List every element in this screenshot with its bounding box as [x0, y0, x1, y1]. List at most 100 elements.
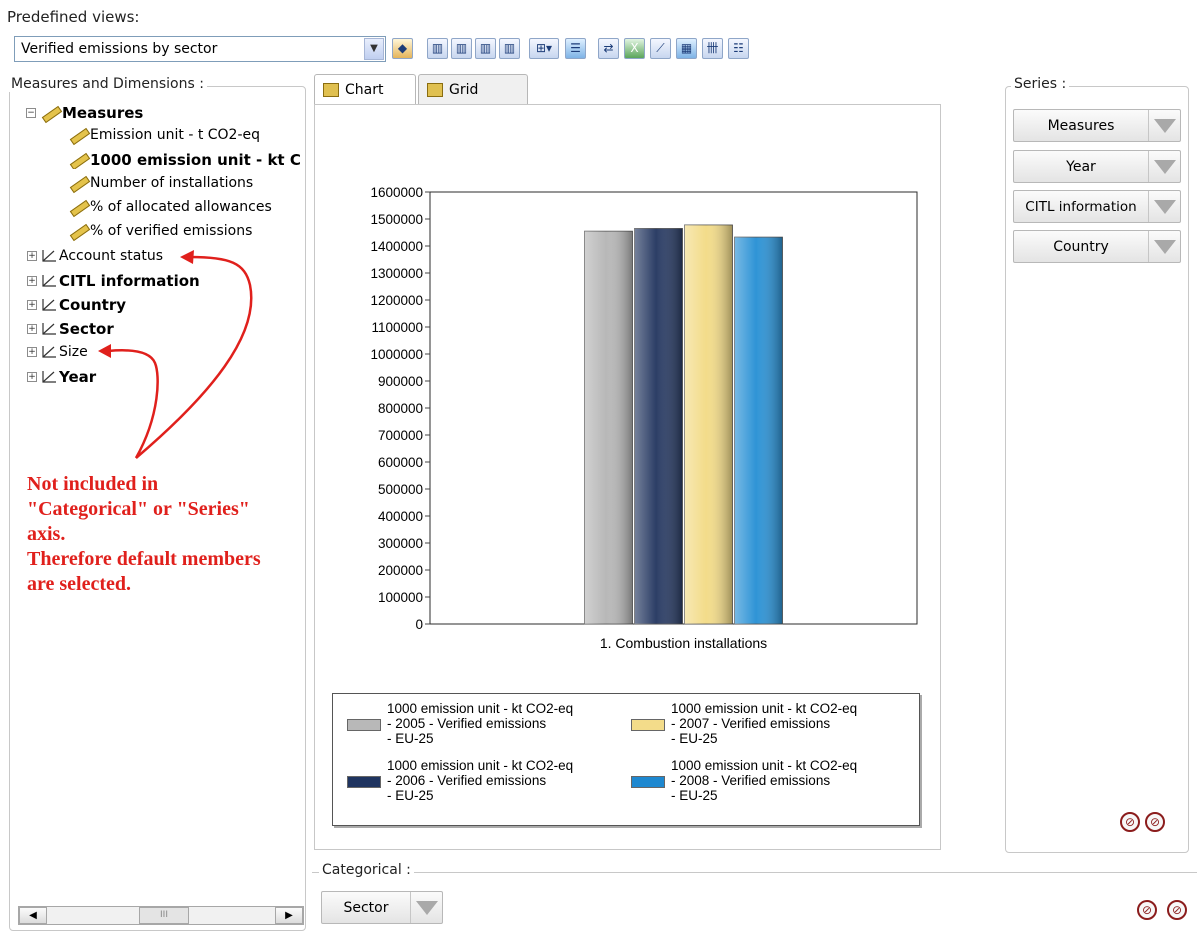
y-tick-label: 800000	[378, 401, 423, 416]
ruler-icon	[68, 201, 88, 213]
scroll-thumb[interactable]: III	[139, 907, 189, 924]
grid-tab-icon	[427, 82, 443, 97]
expand-icon[interactable]: +	[27, 324, 37, 334]
y-tick-label: 100000	[378, 590, 423, 605]
chevron-down-icon[interactable]: ▼	[364, 38, 384, 60]
expand-icon[interactable]: +	[27, 300, 37, 310]
bar-chart-icon[interactable]: ▥	[427, 38, 448, 59]
dropdown-icon[interactable]	[1148, 110, 1180, 141]
measure-item-selected[interactable]: 1000 emission unit - kt C	[68, 151, 304, 169]
scroll-right-icon[interactable]: ▶	[275, 907, 303, 924]
measure-label: % of allocated allowances	[90, 199, 272, 215]
measures-dimensions-title: Measures and Dimensions :	[8, 76, 207, 92]
y-tick-label: 1300000	[370, 266, 423, 281]
y-tick-label: 1000000	[370, 347, 423, 362]
legend-swatch	[631, 719, 665, 731]
legend-item: 1000 emission unit - kt CO2-eq - 2006 - …	[347, 758, 573, 803]
collapse-icon[interactable]: −	[26, 108, 36, 118]
tab-chart-label: Chart	[345, 81, 384, 98]
categorical-sector-button[interactable]: Sector	[321, 891, 443, 924]
dropdown-icon[interactable]	[410, 892, 442, 923]
y-tick-label: 1600000	[370, 185, 423, 200]
horizontal-scrollbar[interactable]: ◀ III ▶	[18, 906, 304, 925]
y-tick-label: 400000	[378, 509, 423, 524]
series-country-button[interactable]: Country	[1013, 230, 1181, 263]
legend-line: - EU-25	[671, 731, 718, 746]
measure-label: Emission unit - t CO2-eq	[90, 127, 261, 143]
tree-measures[interactable]: − Measures	[26, 104, 143, 122]
legend-line: - 2005 - Verified emissions	[387, 716, 547, 731]
series-title: Series :	[1011, 76, 1070, 92]
reset-series-icon[interactable]: ⊘	[1145, 812, 1165, 832]
y-tick-label: 1400000	[370, 239, 423, 254]
series-measures-button[interactable]: Measures	[1013, 109, 1181, 142]
list-view-icon[interactable]: ☰	[565, 38, 586, 59]
x-category-label: 1. Combustion installations	[600, 635, 767, 651]
measure-item[interactable]: Number of installations	[68, 175, 253, 191]
expand-icon[interactable]: +	[27, 347, 37, 357]
clear-categorical-icon[interactable]: ⊘	[1137, 900, 1157, 920]
expand-icon[interactable]: +	[27, 251, 37, 261]
y-tick-label: 300000	[378, 536, 423, 551]
y-tick-label: 200000	[378, 563, 423, 578]
bar-shading	[684, 224, 733, 624]
swap-icon[interactable]: ⇄	[598, 38, 619, 59]
annotation-note: Not included in "Categorical" or "Series…	[27, 472, 261, 597]
categorical-divider	[312, 872, 1197, 873]
filter-icon[interactable]: ▦	[676, 38, 697, 59]
tree-measures-label: Measures	[62, 104, 144, 122]
dropdown-icon[interactable]	[1148, 231, 1180, 262]
bar-chart-2-icon[interactable]: ▥	[451, 38, 472, 59]
tree-icon[interactable]: ☷	[728, 38, 749, 59]
predefined-views-select[interactable]: Verified emissions by sector ▼	[14, 36, 386, 62]
measure-label: % of verified emissions	[90, 223, 253, 239]
ruler-icon	[40, 107, 60, 119]
annotation-line: are selected.	[27, 573, 132, 595]
dimension-size[interactable]: + Size	[27, 344, 88, 360]
tab-grid[interactable]: Grid	[418, 74, 528, 104]
measure-item[interactable]: % of verified emissions	[68, 223, 252, 239]
excel-icon[interactable]: X	[624, 38, 645, 59]
line-icon[interactable]: ⟋	[650, 38, 671, 59]
legend-line: 1000 emission unit - kt CO2-eq	[387, 701, 574, 716]
bar-chart-4-icon[interactable]: ▥	[499, 38, 520, 59]
chart-tab-icon	[323, 82, 339, 97]
dropdown-icon[interactable]	[1148, 191, 1180, 222]
series-year-button[interactable]: Year	[1013, 150, 1181, 183]
clear-series-icon[interactable]: ⊘	[1120, 812, 1140, 832]
series-label: CITL information	[1025, 198, 1137, 215]
legend-swatch	[347, 719, 381, 731]
reset-categorical-icon[interactable]: ⊘	[1167, 900, 1187, 920]
y-tick-label: 600000	[378, 455, 423, 470]
predefined-views-label: Predefined views:	[7, 8, 140, 26]
grid-icon[interactable]: 卌	[702, 38, 723, 59]
measure-item[interactable]: % of allocated allowances	[68, 199, 272, 215]
tab-chart[interactable]: Chart	[314, 74, 416, 104]
legend-swatch	[631, 776, 665, 788]
legend-line: 1000 emission unit - kt CO2-eq	[671, 701, 858, 716]
y-tick-label: 900000	[378, 374, 423, 389]
chart-options-icon[interactable]: ⊞▾	[529, 38, 559, 59]
measure-label: Number of installations	[90, 175, 254, 191]
dimension-icon	[41, 322, 57, 336]
dropdown-icon[interactable]	[1148, 151, 1180, 182]
y-tick-label: 1100000	[371, 320, 423, 335]
annotation-line: Not included in	[27, 473, 159, 495]
dimension-icon	[41, 274, 57, 288]
legend-line: 1000 emission unit - kt CO2-eq	[671, 758, 858, 773]
cube-icon[interactable]: ◆	[392, 38, 413, 59]
series-citl-button[interactable]: CITL information	[1013, 190, 1181, 223]
arrow-head-icon	[180, 250, 194, 264]
tab-grid-label: Grid	[449, 81, 479, 98]
legend-line: - 2006 - Verified emissions	[387, 773, 547, 788]
expand-icon[interactable]: +	[27, 276, 37, 286]
legend-item: 1000 emission unit - kt CO2-eq - 2008 - …	[631, 758, 857, 803]
scroll-left-icon[interactable]: ◀	[19, 907, 47, 924]
dimension-icon	[41, 298, 57, 312]
measure-item[interactable]: Emission unit - t CO2-eq	[68, 127, 260, 143]
legend-item: 1000 emission unit - kt CO2-eq - 2005 - …	[347, 701, 573, 746]
expand-icon[interactable]: +	[27, 372, 37, 382]
ruler-icon	[68, 225, 88, 237]
annotation-line: axis.	[27, 523, 66, 545]
bar-chart-3-icon[interactable]: ▥	[475, 38, 496, 59]
